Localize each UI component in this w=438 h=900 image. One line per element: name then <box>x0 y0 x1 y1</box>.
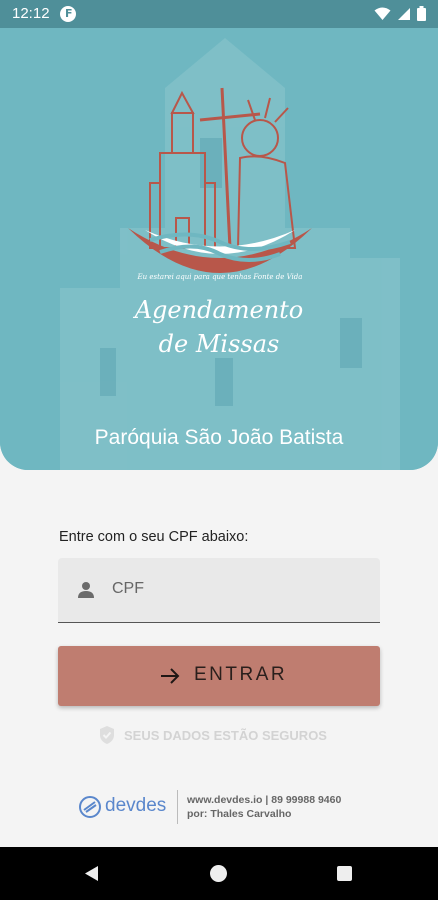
home-icon[interactable] <box>210 865 227 882</box>
secure-note-text: SEUS DADOS ESTÃO SEGUROS <box>124 727 327 743</box>
footer-divider <box>177 790 178 824</box>
devdes-logo-icon <box>79 796 101 818</box>
person-icon <box>78 582 94 598</box>
system-navigation-bar <box>0 847 438 900</box>
footer-contact-line2: por: Thales Carvalho <box>187 808 292 820</box>
secure-note: SEUS DADOS ESTÃO SEGUROS <box>98 725 327 745</box>
status-time: 12:12 <box>12 5 50 22</box>
footer-contact: www.devdes.io | 89 99988 9460 por: Thale… <box>187 793 341 821</box>
cpf-label: Entre com o seu CPF abaixo: <box>59 529 249 545</box>
shield-check-icon <box>100 726 114 744</box>
enter-button[interactable]: ENTRAR <box>58 646 380 706</box>
cpf-placeholder: CPF <box>112 580 144 597</box>
app-title-line1: Agendamento <box>134 296 304 324</box>
battery-icon <box>417 6 426 21</box>
parish-name: Paróquia São João Batista <box>94 426 344 449</box>
signal-icon <box>398 7 410 20</box>
logo-motto: Eu estarei aqui para que tenhas Fonte de… <box>137 273 303 281</box>
recents-icon[interactable] <box>337 866 352 881</box>
back-icon[interactable] <box>84 865 99 882</box>
arrow-right-icon <box>161 668 180 684</box>
hero-banner: Eu estarei aqui para que tenhas Fonte de… <box>0 28 438 470</box>
notification-app-icon: F <box>60 6 76 22</box>
cpf-input[interactable]: CPF <box>58 558 380 623</box>
parish-logo: Eu estarei aqui para que tenhas Fonte de… <box>128 87 312 281</box>
footer-contact-line1: www.devdes.io | 89 99988 9460 <box>187 794 342 806</box>
developer-footer: devdes www.devdes.io | 89 99988 9460 por… <box>78 790 378 824</box>
devdes-brand: devdes <box>105 795 167 816</box>
enter-button-label: ENTRAR <box>194 664 288 685</box>
status-icons <box>374 6 426 21</box>
app-title-line2: de Missas <box>158 330 280 358</box>
status-bar: 12:12 F <box>0 0 438 28</box>
notification-app-letter: F <box>65 7 73 20</box>
wifi-icon <box>374 7 391 20</box>
